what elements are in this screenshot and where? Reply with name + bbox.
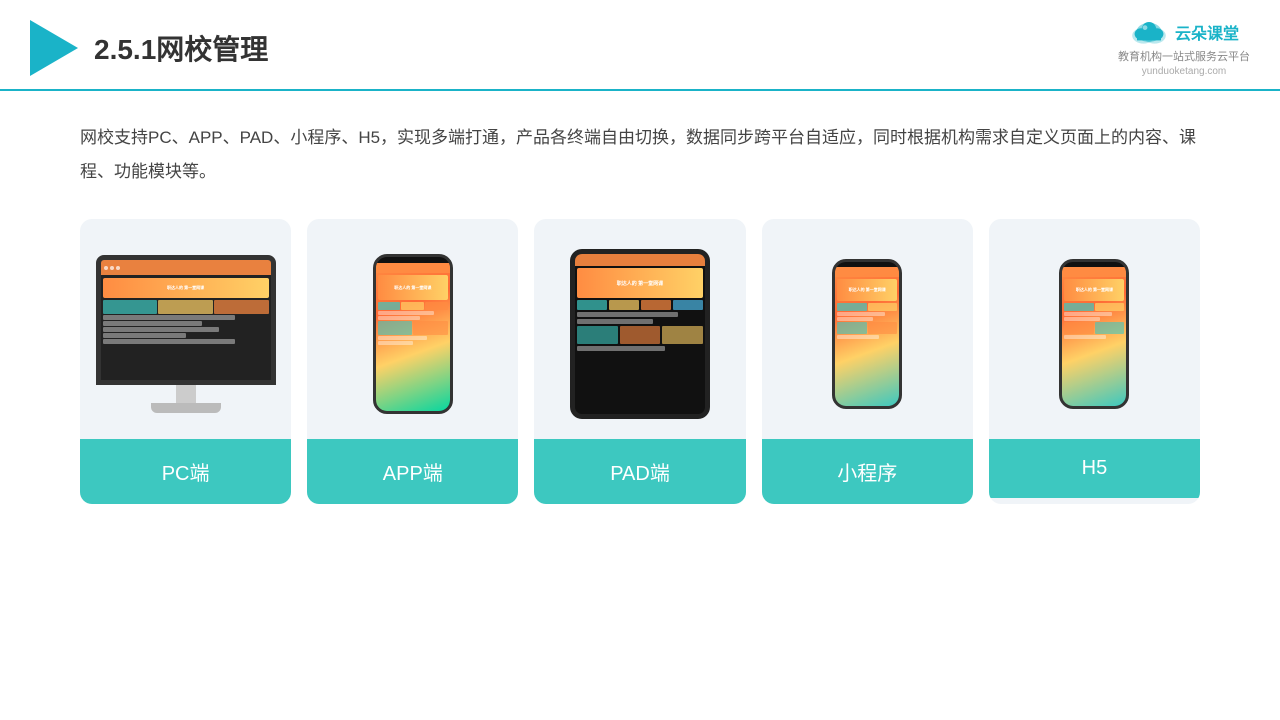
page-title: 2.5.1网校管理 <box>94 28 268 68</box>
card-pc: 职达人的 第一堂网课 <box>80 219 291 504</box>
header: 2.5.1网校管理 云朵课堂 教育机构一站式服务云平台 yunduoketang… <box>0 0 1280 91</box>
brand-url: yunduoketang.com <box>1142 66 1227 77</box>
brand-subtitle: 教育机构一站式服务云平台 <box>1118 48 1250 64</box>
card-pad-label: PAD端 <box>534 439 745 504</box>
card-app: 职达人的 第一堂网课 <box>307 219 518 504</box>
brand-name: 云朵课堂 <box>1175 20 1239 44</box>
header-left: 2.5.1网校管理 <box>30 20 268 76</box>
card-pad-image: 职达人的 第一堂网课 <box>534 219 745 439</box>
card-pc-label: PC端 <box>80 439 291 504</box>
header-right: 云朵课堂 教育机构一站式服务云平台 yunduoketang.com <box>1118 18 1250 77</box>
logo-triangle-icon <box>30 20 78 76</box>
card-miniapp-label: 小程序 <box>762 439 973 504</box>
cloud-icon <box>1129 18 1169 46</box>
description-text: 网校支持PC、APP、PAD、小程序、H5，实现多端打通，产品各终端自由切换，数… <box>80 121 1200 189</box>
card-app-image: 职达人的 第一堂网课 <box>307 219 518 439</box>
card-h5-image: 职达人的 第一堂网课 <box>989 219 1200 439</box>
card-pad: 职达人的 第一堂网课 <box>534 219 745 504</box>
phone-miniapp-icon: 职达人的 第一堂网课 <box>832 259 902 409</box>
pc-monitor-icon: 职达人的 第一堂网课 <box>96 255 276 413</box>
card-pc-image: 职达人的 第一堂网课 <box>80 219 291 439</box>
main-content: 网校支持PC、APP、PAD、小程序、H5，实现多端打通，产品各终端自由切换，数… <box>0 91 1280 534</box>
card-app-label: APP端 <box>307 439 518 504</box>
phone-h5-icon: 职达人的 第一堂网课 <box>1059 259 1129 409</box>
brand-logo: 云朵课堂 <box>1129 18 1239 46</box>
tablet-pad-icon: 职达人的 第一堂网课 <box>570 249 710 419</box>
card-miniapp: 职达人的 第一堂网课 <box>762 219 973 504</box>
card-h5: 职达人的 第一堂网课 <box>989 219 1200 504</box>
card-h5-label: H5 <box>989 439 1200 498</box>
card-miniapp-image: 职达人的 第一堂网课 <box>762 219 973 439</box>
phone-app-icon: 职达人的 第一堂网课 <box>373 254 453 414</box>
cards-row: 职达人的 第一堂网课 <box>80 219 1200 504</box>
